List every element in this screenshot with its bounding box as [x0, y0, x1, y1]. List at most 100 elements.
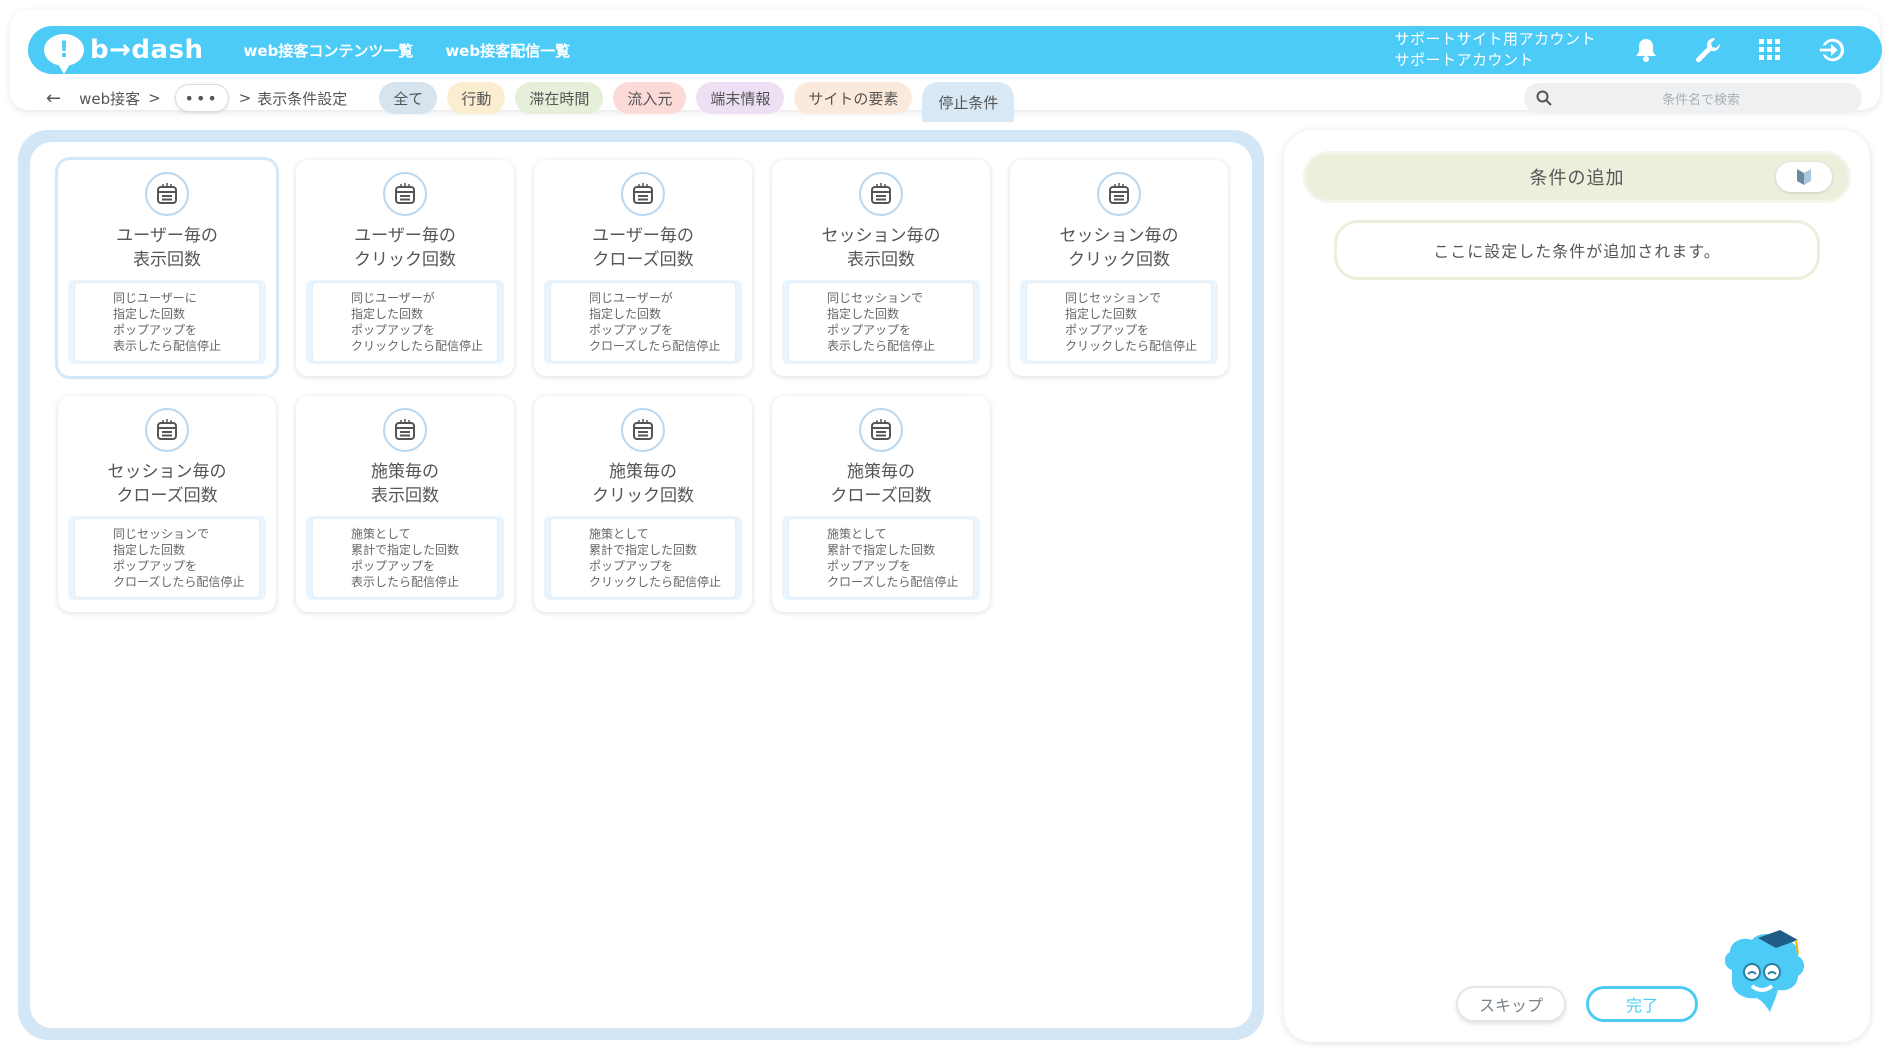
description-line: 累計で指定した回数: [589, 543, 698, 557]
condition-card-description: 施策として 累計で指定した回数 ポップアップを クローズしたら配信停止: [782, 516, 980, 600]
condition-card[interactable]: セッション毎の 表示回数同じセッションで 指定した回数 ポップアップを 表示したら配信停…: [772, 160, 990, 376]
condition-card[interactable]: ユーザー毎の 表示回数 同じユーザーに 指定した回数 ポップアップを 表示したら配信停止: [58, 160, 276, 376]
tab-0[interactable]: 全て: [379, 82, 438, 114]
tab-6[interactable]: 停止条件: [922, 82, 1015, 122]
back-arrow-icon[interactable]: ←: [46, 88, 61, 109]
condition-card[interactable]: セッション毎の クローズ回数同じセッションで 指定した回数 ポップアップを クローズした…: [58, 396, 276, 612]
card-title-line1: セッション毎の: [107, 462, 227, 482]
card-title-line1: ユーザー毎の: [592, 226, 694, 246]
tab-4[interactable]: 端末情報: [696, 82, 785, 114]
description-line: ポップアップを: [589, 559, 674, 573]
condition-card-description: 同じユーザーに 指定した回数 ポップアップを 表示したら配信停止: [68, 280, 266, 364]
search-icon: [1536, 90, 1552, 106]
condition-card[interactable]: ユーザー毎の クローズ回数同じユーザーが 指定した回数 ポップアップをクローズしたら配…: [534, 160, 752, 376]
description-line: 表示したら配信停止: [113, 339, 222, 353]
condition-card[interactable]: セッション毎の クリック回数同じセッションで 指定した回数 ポップアップを クリックした…: [1010, 160, 1228, 376]
card-title-line2: クローズ回数: [116, 486, 218, 506]
description-box: 同じユーザーが 指定した回数 ポップアップを クリックしたら配信停止: [312, 282, 498, 362]
description-box: 同じセッションで 指定した回数 ポップアップを 表示したら配信停止: [788, 282, 974, 362]
search-box[interactable]: 条件名で検索: [1524, 83, 1862, 113]
breadcrumb-current: 表示条件設定: [257, 89, 348, 108]
logo[interactable]: ! b→dash: [44, 34, 204, 74]
card-title-line1: ユーザー毎の: [354, 226, 456, 246]
description-line: 指定した回数: [1065, 307, 1138, 321]
condition-card-title: 施策毎のクリック回数: [534, 460, 752, 508]
mascot-character: [1712, 920, 1812, 1024]
card-title-line1: ユーザー毎の: [116, 226, 218, 246]
condition-card-title: ユーザー毎の クリック回数: [296, 224, 514, 272]
description-line: 指定した回数: [589, 307, 662, 321]
breadcrumb-separator: >: [238, 89, 252, 107]
popup-window-icon: [621, 172, 665, 216]
account-line2: サポートアカウント: [1394, 51, 1534, 69]
card-title-line1: 施策毎の: [609, 462, 677, 482]
description-line: ポップアップを: [1065, 323, 1150, 337]
description-line: 累計で指定した回数: [351, 543, 460, 557]
description-line: 施策として: [589, 527, 649, 541]
description-box: 同じセッションで 指定した回数 ポップアップを クローズしたら配信停止: [74, 518, 260, 598]
condition-card-title: 施策毎の 表示回数: [296, 460, 514, 508]
description-line: クローズしたら配信停止: [589, 339, 721, 353]
card-title-line2: クリック回数: [354, 250, 456, 270]
added-conditions-panel: 条件の追加 ここに設定した条件が追加されます。 スキップ 完了: [1284, 130, 1870, 1042]
card-title-line2: クリック回数: [1068, 250, 1170, 270]
grid-icon[interactable]: [1756, 36, 1784, 64]
tab-5[interactable]: サイトの要素: [794, 82, 913, 114]
description-line: ポップアップを: [589, 323, 674, 337]
description-box: 同じユーザーが 指定した回数 ポップアップをクローズしたら配信停止: [550, 282, 736, 362]
condition-card-title: セッション毎の 表示回数: [772, 224, 990, 272]
card-title-line2: クリック回数: [592, 486, 694, 506]
breadcrumb-more-button[interactable]: •••: [174, 84, 229, 112]
search-input[interactable]: 条件名で検索: [1552, 89, 1850, 108]
condition-card-description: 同じセッションで 指定した回数 ポップアップを 表示したら配信停止: [782, 280, 980, 364]
condition-card[interactable]: 施策毎の クローズ回数 施策として 累計で指定した回数 ポップアップを クローズしたら配信…: [772, 396, 990, 612]
description-line: クローズしたら配信停止: [113, 575, 245, 589]
condition-card-description: 同じセッションで 指定した回数 ポップアップを クローズしたら配信停止: [68, 516, 266, 600]
popup-window-icon: [859, 408, 903, 452]
bell-icon[interactable]: [1632, 36, 1660, 64]
popup-window-icon: [859, 172, 903, 216]
card-title-line2: クローズ回数: [592, 250, 694, 270]
logout-icon[interactable]: [1818, 36, 1846, 64]
card-title-line2: クローズ回数: [830, 486, 932, 506]
popup-window-icon: [383, 408, 427, 452]
description-line: 同じユーザーに: [113, 291, 197, 305]
description-line: 指定した回数: [827, 307, 900, 321]
popup-window-icon: [383, 172, 427, 216]
condition-card[interactable]: 施策毎の クリック回数 施策として 累計で指定した回数 ポップアップを クリックしたら配信…: [534, 396, 752, 612]
description-line: ポップアップを: [351, 559, 436, 573]
header-nav: web接客コンテンツ一覧 web接客配信一覧: [244, 40, 571, 61]
description-line: 施策として: [351, 527, 411, 541]
logo-text: b→dash: [90, 35, 204, 65]
done-button[interactable]: 完了: [1586, 986, 1698, 1022]
card-title-line1: セッション毎の: [821, 226, 941, 246]
tab-1[interactable]: 行動: [447, 82, 506, 114]
add-condition-header: 条件の追加: [1306, 154, 1848, 200]
card-title-line1: セッション毎の: [1059, 226, 1179, 246]
description-line: 施策として: [827, 527, 887, 541]
description-box: 同じセッションで 指定した回数 ポップアップを クリックしたら配信停止: [1026, 282, 1212, 362]
nav-delivery-list[interactable]: web接客配信一覧: [445, 40, 570, 61]
nav-content-list[interactable]: web接客コンテンツ一覧: [244, 40, 414, 61]
category-tabs: 全て 行動 滞在時間 流入元 端末情報 サイトの要素 停止条件: [379, 74, 1015, 122]
skip-button[interactable]: スキップ: [1456, 986, 1566, 1022]
header-bar: ! b→dash web接客コンテンツ一覧 web接客配信一覧 サポートサイト用…: [28, 26, 1882, 74]
tab-2[interactable]: 滞在時間: [515, 82, 604, 114]
account-info[interactable]: サポートサイト用アカウント サポートアカウント: [1394, 29, 1596, 71]
description-line: ポップアップを: [113, 323, 198, 337]
tab-3[interactable]: 流入元: [613, 82, 687, 114]
description-line: 指定した回数: [351, 307, 424, 321]
description-box: 施策として 累計で指定した回数 ポップアップを 表示したら配信停止: [312, 518, 498, 598]
description-line: ポップアップを: [827, 559, 912, 573]
description-line: 同じユーザーが: [589, 291, 673, 305]
condition-card[interactable]: ユーザー毎の クリック回数同じユーザーが 指定した回数 ポップアップを クリックしたら配…: [296, 160, 514, 376]
description-line: 同じセッションで: [827, 291, 924, 305]
card-title-line2: 表示回数: [371, 486, 439, 506]
breadcrumb-root[interactable]: web接客: [79, 88, 140, 109]
breadcrumb-separator: >: [148, 89, 161, 107]
beginner-mark-toggle[interactable]: [1776, 162, 1832, 192]
add-condition-title: 条件の追加: [1529, 168, 1625, 189]
condition-card[interactable]: 施策毎の 表示回数 施策として 累計で指定した回数 ポップアップを 表示したら配信停止: [296, 396, 514, 612]
wrench-icon[interactable]: [1694, 36, 1722, 64]
added-conditions-dropzone: ここに設定した条件が追加されます。: [1334, 220, 1820, 280]
